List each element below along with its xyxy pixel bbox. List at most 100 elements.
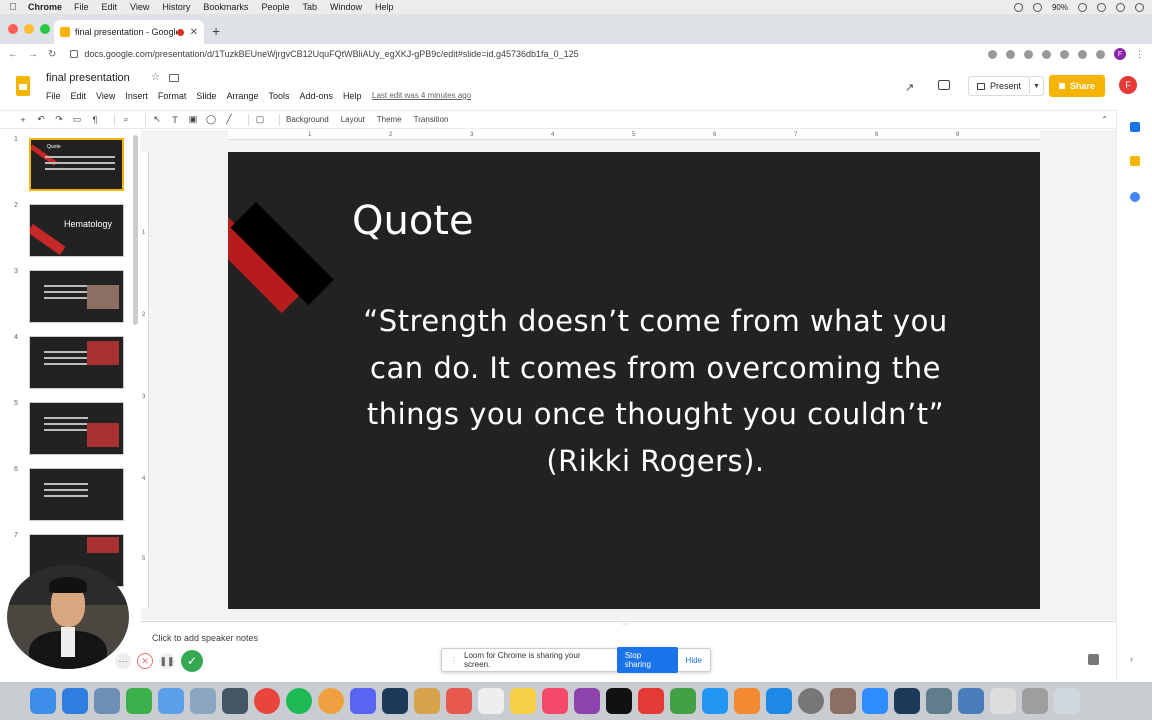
menu-tools[interactable]: Tools xyxy=(268,91,289,101)
loom-webcam-bubble[interactable] xyxy=(7,565,129,669)
calendar-icon[interactable] xyxy=(1130,122,1140,132)
menu-window[interactable]: Window xyxy=(330,2,362,12)
menu-file[interactable]: File xyxy=(74,2,89,12)
hide-button[interactable]: Hide xyxy=(686,656,702,665)
league-client-icon[interactable] xyxy=(894,688,920,714)
more-options-icon[interactable]: ⋯ xyxy=(115,653,131,669)
zoom-icon[interactable]: ⌕ xyxy=(121,114,131,125)
downloads-folder-icon[interactable] xyxy=(958,688,984,714)
menu-arrange[interactable]: Arrange xyxy=(226,91,258,101)
news-icon[interactable] xyxy=(638,688,664,714)
url-field[interactable]: docs.google.com/presentation/d/1TuzkBEUn… xyxy=(84,49,988,59)
siri-icon[interactable] xyxy=(1116,2,1125,12)
zoom-icon[interactable] xyxy=(862,688,888,714)
podcasts-icon[interactable] xyxy=(574,688,600,714)
extension-icon[interactable] xyxy=(1060,49,1069,59)
move-to-folder-icon[interactable] xyxy=(169,74,179,82)
text-box-icon[interactable]: T xyxy=(170,115,180,125)
slide-canvas[interactable]: Quote “Strength doesn’t come from what y… xyxy=(228,152,1040,609)
menu-edit[interactable]: Edit xyxy=(71,91,87,101)
tasks-icon[interactable] xyxy=(1130,192,1140,202)
background-button[interactable]: Background xyxy=(286,115,329,124)
menu-slide[interactable]: Slide xyxy=(196,91,216,101)
app-menu-chrome[interactable]: Chrome xyxy=(28,2,62,12)
new-slide-icon[interactable]: + xyxy=(18,115,28,125)
battery-percent[interactable]: 90% xyxy=(1052,3,1068,12)
notes-icon[interactable] xyxy=(510,688,536,714)
slide-thumbnail[interactable]: Hematology xyxy=(29,204,124,257)
keep-icon[interactable] xyxy=(1130,156,1140,166)
menu-view[interactable]: View xyxy=(96,91,115,101)
notes-resize-handle[interactable]: ⋯ xyxy=(622,621,628,628)
calendar-icon[interactable] xyxy=(446,688,472,714)
extension-icon[interactable] xyxy=(1042,49,1051,59)
minimize-window-button[interactable] xyxy=(24,24,34,34)
select-icon[interactable]: ↖ xyxy=(152,114,162,125)
close-tab-icon[interactable]: ✕ xyxy=(190,27,198,38)
menu-people[interactable]: People xyxy=(261,2,289,12)
undo-icon[interactable]: ↶ xyxy=(36,114,46,125)
photos-icon[interactable] xyxy=(318,688,344,714)
zoom-window-button[interactable] xyxy=(40,24,50,34)
slide-thumbnail-row[interactable]: 6 xyxy=(0,462,140,521)
star-icon[interactable]: ☆ xyxy=(151,72,160,83)
app-store-icon[interactable] xyxy=(766,688,792,714)
menu-bookmarks[interactable]: Bookmarks xyxy=(203,2,248,12)
menu-view[interactable]: View xyxy=(130,2,149,12)
slide-thumbnail-row[interactable]: 5 xyxy=(0,396,140,455)
screenshot-icon[interactable] xyxy=(926,688,952,714)
clock-icon[interactable] xyxy=(1078,2,1087,12)
share-button[interactable]: Share xyxy=(1049,75,1105,97)
microphone-icon[interactable] xyxy=(1013,2,1023,12)
finder-icon[interactable] xyxy=(30,688,56,714)
slide-thumbnail-row[interactable]: 3 xyxy=(0,264,140,323)
cancel-recording-icon[interactable]: ✕ xyxy=(137,653,153,669)
profile-avatar[interactable]: F xyxy=(1114,48,1126,60)
pause-icon[interactable]: ❚❚ xyxy=(159,653,175,669)
redo-icon[interactable]: ↷ xyxy=(54,114,64,125)
drag-handle-icon[interactable]: ⋮ xyxy=(450,656,458,665)
extension-icon[interactable] xyxy=(1078,49,1087,59)
keynote-icon[interactable] xyxy=(702,688,728,714)
apple-icon[interactable]:  xyxy=(8,2,18,13)
camera-icon[interactable] xyxy=(988,49,997,59)
bookmark-star-icon[interactable] xyxy=(1006,49,1015,59)
menu-tab[interactable]: Tab xyxy=(302,2,317,12)
vertical-ruler[interactable]: 1 2 3 4 5 xyxy=(141,152,149,608)
slides-logo-icon[interactable] xyxy=(16,76,30,96)
slide-thumbnail[interactable] xyxy=(29,336,124,389)
transition-button[interactable]: Transition xyxy=(414,115,449,124)
line-icon[interactable]: ╱ xyxy=(224,114,234,125)
menu-add-ons[interactable]: Add-ons xyxy=(299,91,333,101)
music-icon[interactable] xyxy=(542,688,568,714)
league-icon[interactable] xyxy=(382,688,408,714)
account-avatar[interactable]: F xyxy=(1119,76,1137,94)
reminders-icon[interactable] xyxy=(478,688,504,714)
finish-recording-icon[interactable]: ✓ xyxy=(181,650,203,672)
reload-icon[interactable]: ↻ xyxy=(48,49,56,60)
new-tab-button[interactable]: + xyxy=(212,23,220,39)
launchpad-icon[interactable] xyxy=(222,688,248,714)
spotify-icon[interactable] xyxy=(286,688,312,714)
menu-insert[interactable]: Insert xyxy=(125,91,148,101)
activity-trend-icon[interactable]: ↗ xyxy=(905,81,914,94)
slide-body-quote[interactable]: “Strength doesn’t come from what you can… xyxy=(348,298,963,484)
shape-icon[interactable]: ◯ xyxy=(206,114,216,125)
messages-icon[interactable] xyxy=(126,688,152,714)
horizontal-ruler[interactable]: 1 2 3 4 5 6 7 8 9 xyxy=(228,130,1040,140)
slide-thumbnail-row[interactable]: 4 xyxy=(0,330,140,389)
system-preferences-icon[interactable] xyxy=(798,688,824,714)
close-window-button[interactable] xyxy=(8,24,18,34)
slide-thumbnail[interactable] xyxy=(29,402,124,455)
slide-thumbnail-row[interactable]: 1 Quote xyxy=(0,132,140,191)
theme-button[interactable]: Theme xyxy=(377,115,402,124)
trash-icon[interactable] xyxy=(1054,688,1080,714)
last-edit-link[interactable]: Last edit was 4 minutes ago xyxy=(372,91,471,100)
control-center-icon[interactable] xyxy=(1135,2,1144,12)
layout-button[interactable]: Layout xyxy=(341,115,365,124)
expand-panel-icon[interactable]: › xyxy=(1130,654,1133,664)
slide-thumbnail-row[interactable]: 2 Hematology xyxy=(0,198,140,257)
discord-icon[interactable] xyxy=(350,688,376,714)
screenshots-stack-icon[interactable] xyxy=(1022,688,1048,714)
filmstrip-scrollbar[interactable] xyxy=(133,135,138,325)
